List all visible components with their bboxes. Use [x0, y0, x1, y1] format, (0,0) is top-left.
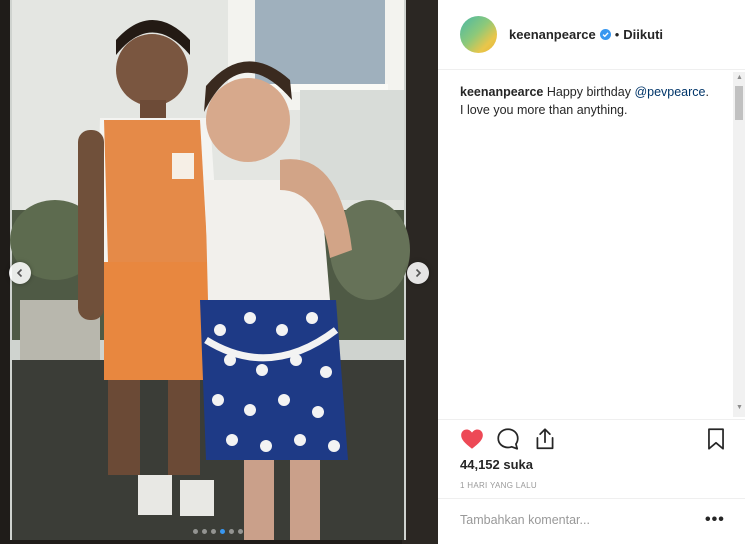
comment-input[interactable] [460, 513, 690, 527]
chevron-right-icon [415, 268, 422, 278]
photo-image [0, 0, 438, 544]
like-button[interactable] [459, 426, 485, 452]
comment-button[interactable] [495, 426, 521, 452]
caption-text: Happy birthday [546, 85, 631, 99]
separator-dot: • [614, 27, 620, 42]
comments-scrollbar[interactable]: ▲ ▼ [733, 72, 745, 417]
caption: keenanpearce Happy birthday @pevpearce. … [460, 83, 710, 119]
save-button[interactable] [703, 426, 729, 452]
carousel-dot [211, 529, 216, 534]
share-icon [536, 428, 554, 450]
carousel-dot [202, 529, 207, 534]
comment-form: ••• [438, 498, 745, 544]
post-photo[interactable] [0, 0, 438, 544]
avatar[interactable] [460, 16, 497, 53]
likes-count[interactable]: 44,152 suka [460, 457, 533, 472]
bookmark-icon [708, 428, 724, 450]
post-timestamp[interactable]: 1 HARI YANG LALU [460, 481, 537, 490]
caption-username[interactable]: keenanpearce [460, 85, 543, 99]
comment-bubble-icon [497, 428, 519, 450]
post-side-panel: keenanpearce • Diikuti keenanpearce Happ… [438, 0, 745, 544]
carousel-indicator [193, 529, 243, 534]
share-button[interactable] [532, 426, 558, 452]
chevron-left-icon [16, 268, 23, 278]
more-options-button[interactable]: ••• [705, 511, 725, 529]
carousel-dot [193, 529, 198, 534]
scroll-down-arrow-icon[interactable]: ▼ [736, 404, 743, 411]
following-button[interactable]: Diikuti [623, 27, 663, 42]
carousel-dot [229, 529, 234, 534]
carousel-dot-active [220, 529, 225, 534]
heart-filled-icon [461, 429, 483, 449]
previous-slide-button[interactable] [9, 262, 31, 284]
next-slide-button[interactable] [407, 262, 429, 284]
scroll-up-arrow-icon[interactable]: ▲ [736, 74, 743, 81]
header-username[interactable]: keenanpearce [509, 27, 596, 42]
post-header: keenanpearce • Diikuti [438, 0, 745, 70]
caption-mention-link[interactable]: @pevpearce [634, 85, 705, 99]
verified-badge-icon [599, 29, 611, 40]
scroll-thumb[interactable] [735, 86, 743, 120]
carousel-dot [238, 529, 243, 534]
action-bar [438, 419, 745, 455]
